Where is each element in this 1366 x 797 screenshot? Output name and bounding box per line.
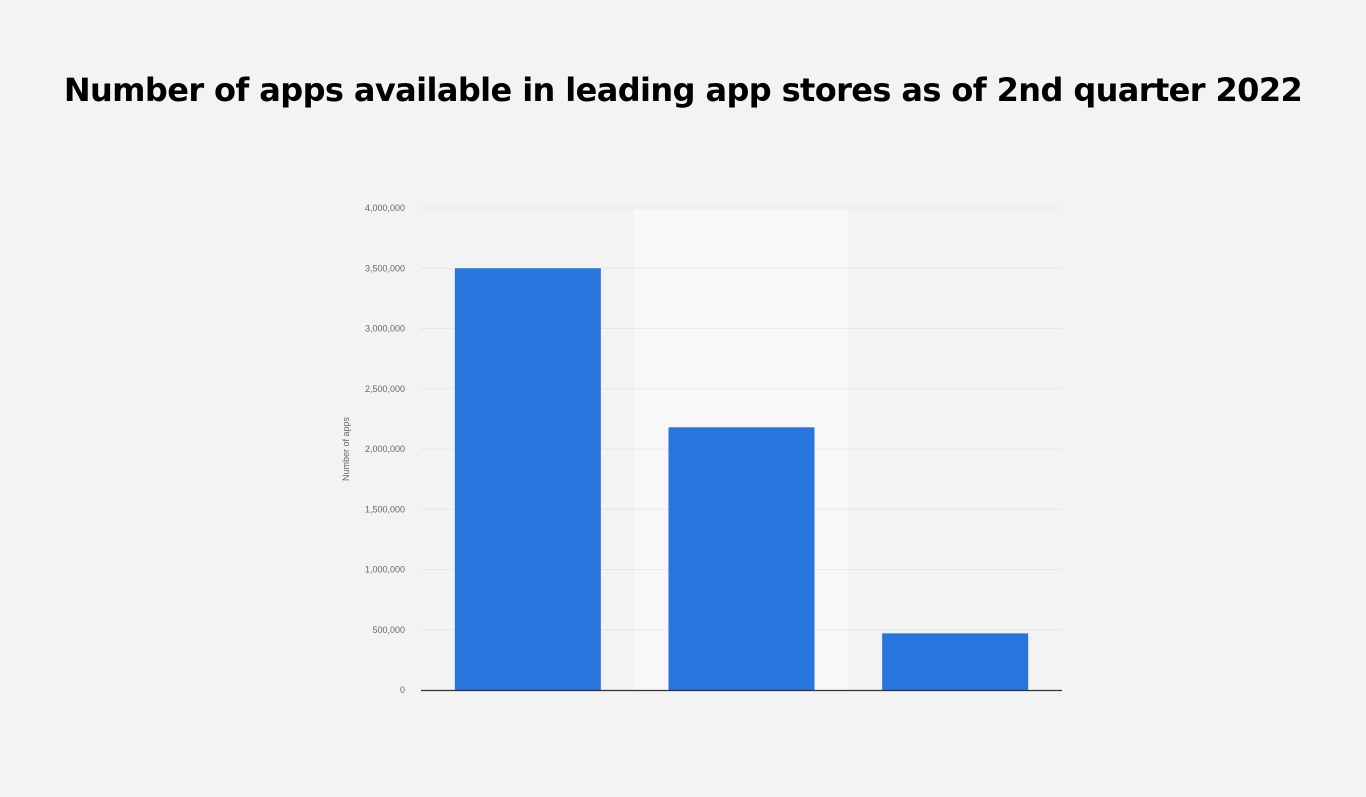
bar [668, 427, 815, 690]
y-tick-label: 1,000,000 [365, 565, 405, 575]
y-tick-label: 500,000 [372, 625, 405, 635]
bar [882, 633, 1029, 690]
bar-chart: 0 500,000 1,000,000 1,500,000 2,000,000 2,500… [341, 203, 1062, 695]
bar [454, 268, 601, 690]
y-tick-label: 2,500,000 [365, 384, 405, 394]
y-tick-label: 4,000,000 [365, 203, 405, 213]
y-tick-label: 2,000,000 [365, 444, 405, 454]
y-tick-label: 3,500,000 [365, 263, 405, 273]
y-axis-ticks: 0 500,000 1,000,000 1,500,000 2,000,000 2,500… [365, 203, 405, 695]
y-tick-label: 1,500,000 [365, 504, 405, 514]
y-axis-title: Number of apps [341, 416, 351, 481]
y-tick-label: 0 [400, 685, 405, 695]
y-tick-label: 3,000,000 [365, 324, 405, 334]
